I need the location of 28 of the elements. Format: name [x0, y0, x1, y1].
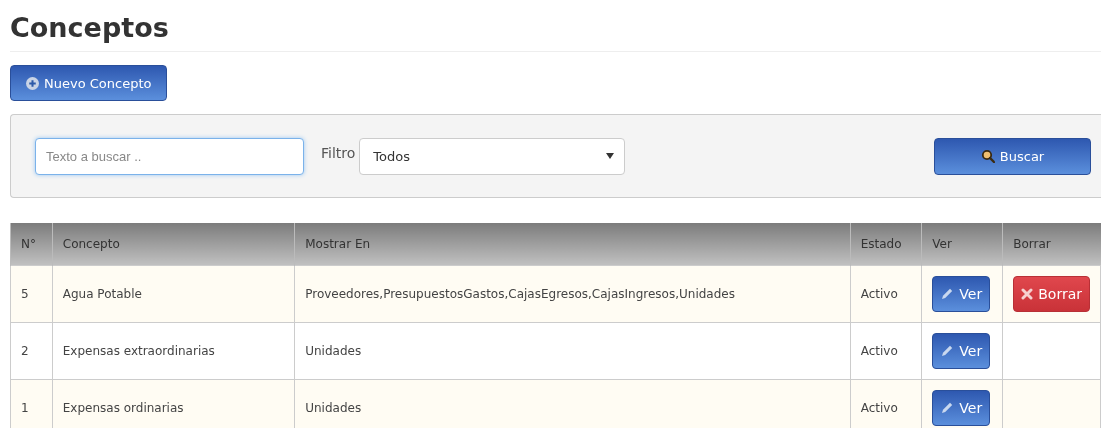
filter-label: Filtro: [321, 145, 356, 161]
delete-button[interactable]: Borrar: [1013, 276, 1090, 312]
column-header: Concepto: [52, 223, 295, 266]
table-cell: Unidades: [294, 379, 851, 428]
table-cell: Expensas ordinarias: [52, 379, 295, 428]
table-cell: Proveedores,PresupuestosGastos,CajasEgresos,CajasIngresos,Unidades: [294, 265, 851, 323]
filter-dropdown[interactable]: Todos: [359, 137, 626, 175]
table-cell: Expensas extraordinarias: [52, 322, 295, 380]
table-cell: Agua Potable: [52, 265, 295, 323]
view-button[interactable]: Ver: [932, 276, 991, 312]
table-cell: 2: [10, 322, 53, 380]
search-button[interactable]: Buscar: [934, 137, 1091, 175]
view-button[interactable]: Ver: [932, 390, 991, 426]
page-title: Conceptos: [10, 11, 170, 45]
new-concept-button[interactable]: Nuevo Concepto: [10, 65, 168, 101]
table-cell: 5: [10, 265, 53, 323]
table-cell: Activo: [850, 379, 922, 428]
column-header: Ver: [921, 223, 1003, 266]
column-header: Borrar: [1002, 223, 1101, 266]
table-cell: Activo: [850, 265, 922, 323]
table-cell: Activo: [850, 322, 922, 380]
column-header: N°: [10, 223, 53, 266]
view-button[interactable]: Ver: [932, 333, 991, 369]
column-header: Estado: [850, 223, 922, 266]
column-header: Mostrar En: [294, 223, 851, 266]
search-field[interactable]: Texto a buscar ..: [35, 137, 304, 175]
table-cell: 1: [10, 379, 53, 428]
table-cell: Unidades: [294, 322, 851, 380]
